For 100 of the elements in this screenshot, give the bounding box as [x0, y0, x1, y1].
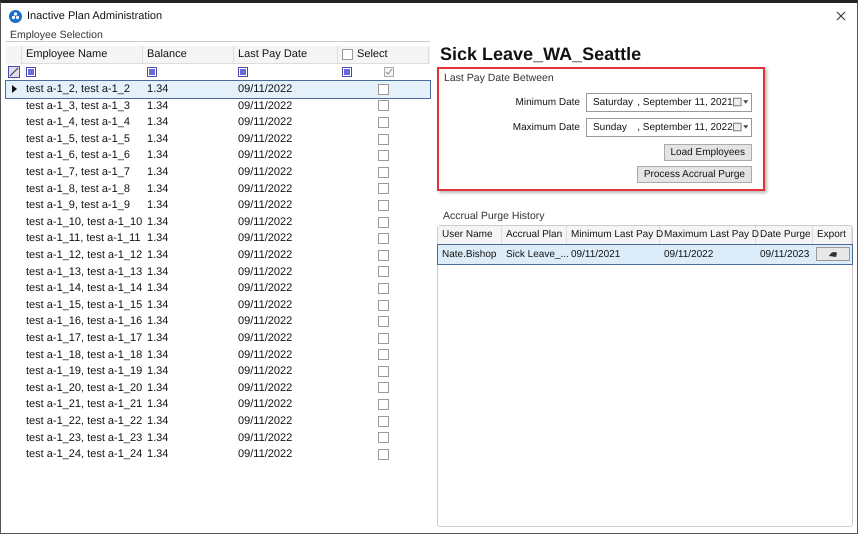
row-checkbox[interactable]: [378, 233, 389, 244]
table-cell-text: 09/11/2022: [237, 165, 294, 180]
table-row[interactable]: test a-1_8, test a-1_8 1.34 09/11/2022: [6, 180, 430, 198]
row-checkbox[interactable]: [378, 332, 389, 344]
row-checkbox[interactable]: [378, 100, 389, 112]
table-row[interactable]: test a-1_12, test a-1_12 1.34 09/11/2022: [6, 246, 430, 264]
table-cell-text: 1.34: [146, 281, 170, 296]
row-checkbox[interactable]: [378, 316, 389, 328]
row-checkbox[interactable]: [378, 448, 389, 460]
row-checkbox[interactable]: [378, 183, 389, 194]
table-row[interactable]: test a-1_18, test a-1_18 1.34 09/11/2022: [6, 346, 430, 364]
group-title: Employee Selection: [9, 29, 104, 41]
filter-icon[interactable]: [26, 67, 36, 77]
date-picker[interactable]: Saturday , September 11, 2021: [586, 92, 752, 112]
table-cell-text: test a-1_12, test a-1_12: [25, 248, 143, 263]
table-row[interactable]: test a-1_2, test a-1_2 1.34 09/11/2022: [6, 81, 430, 98]
table-row[interactable]: test a-1_15, test a-1_15 1.34 09/11/2022: [6, 296, 430, 314]
table-cell-text: 09/11/2021: [570, 248, 622, 262]
row-checkbox[interactable]: [378, 382, 389, 394]
table-cell-text: 1.34: [146, 380, 170, 396]
table-cell-text: test a-1_16, test a-1_16: [25, 314, 143, 330]
table-cell-text: test a-1_5, test a-1_5: [25, 132, 131, 147]
filter-icon[interactable]: [238, 67, 248, 77]
table-row[interactable]: test a-1_11, test a-1_11 1.34 09/11/2022: [6, 230, 430, 247]
filter-icon[interactable]: [147, 67, 157, 77]
row-checkbox[interactable]: [378, 200, 389, 211]
row-checkbox[interactable]: [378, 116, 389, 128]
table-row[interactable]: test a-1_5, test a-1_5 1.34 09/11/2022: [6, 130, 430, 148]
table-row[interactable]: Nate.Bishop Sick Leave_... 09/11/2021 09/11/2022 09/11/2023: [438, 244, 852, 264]
table-cell-text: 1.34: [146, 364, 170, 380]
row-checkbox[interactable]: [378, 150, 389, 162]
table-cell-text: 09/11/2022: [237, 115, 294, 130]
table-cell-text: 09/11/2022: [237, 198, 294, 214]
row-checkbox[interactable]: [378, 432, 389, 444]
table-row[interactable]: test a-1_24, test a-1_24 1.34 09/11/2022: [6, 446, 430, 463]
filter-icon[interactable]: [342, 67, 352, 77]
table-cell-text: 09/11/2022: [237, 380, 294, 396]
table-row[interactable]: test a-1_9, test a-1_9 1.34 09/11/2022: [6, 197, 430, 214]
table-cell-text: 09/11/2022: [237, 447, 294, 462]
table-row[interactable]: test a-1_7, test a-1_7 1.34 09/11/2022: [6, 164, 430, 181]
select-all-checkbox[interactable]: [342, 49, 353, 60]
table-cell-text: 1.34: [146, 397, 170, 412]
table-cell-text: 09/11/2022: [237, 314, 294, 330]
table-cell-text: test a-1_8, test a-1_8: [25, 182, 131, 197]
action-button[interactable]: Process Accrual Purge: [636, 166, 752, 183]
row-checkbox[interactable]: [378, 416, 389, 427]
row-checkbox[interactable]: [378, 216, 389, 228]
table-cell-text: 09/11/2022: [663, 248, 714, 262]
table-cell-text: Sick Leave_...: [505, 248, 567, 262]
table-cell-text: Nate.Bishop: [441, 248, 498, 262]
row-checkbox[interactable]: [378, 300, 389, 311]
table-cell-text: 09/11/2022: [237, 281, 294, 296]
column-header[interactable]: Balance: [143, 46, 234, 64]
table-cell-text: test a-1_14, test a-1_14: [25, 281, 143, 296]
calendar-dropdown-icon: [732, 97, 748, 108]
column-header[interactable]: Select: [338, 46, 429, 64]
table-row[interactable]: test a-1_4, test a-1_4 1.34 09/11/2022: [6, 114, 430, 131]
date-picker[interactable]: Sunday , September 11, 2022: [586, 118, 752, 137]
table-row[interactable]: test a-1_21, test a-1_21 1.34 09/11/2022: [6, 396, 430, 413]
table-row[interactable]: test a-1_17, test a-1_17 1.34 09/11/2022: [6, 330, 430, 346]
table-cell-text: 09/11/2022: [237, 430, 294, 446]
table-cell-text: 1.34: [146, 348, 170, 363]
row-checkbox[interactable]: [378, 166, 389, 178]
column-header[interactable]: Employee Name: [22, 46, 143, 64]
table-row[interactable]: test a-1_23, test a-1_23 1.34 09/11/2022: [6, 429, 430, 446]
table-cell-text: test a-1_22, test a-1_22: [25, 414, 143, 429]
row-checkbox[interactable]: [378, 349, 389, 360]
row-checkbox[interactable]: [378, 266, 389, 278]
action-button[interactable]: Load Employees: [664, 144, 752, 161]
table-cell-text: test a-1_4, test a-1_4: [25, 115, 131, 130]
row-checkbox[interactable]: [378, 282, 389, 294]
row-checkbox[interactable]: [378, 250, 389, 261]
table-cell-text: test a-1_19, test a-1_19: [25, 364, 143, 380]
row-checkbox[interactable]: [378, 366, 389, 377]
table-row[interactable]: test a-1_22, test a-1_22 1.34 09/11/2022: [6, 412, 430, 430]
filter-clear-icon[interactable]: [8, 66, 20, 78]
table-row[interactable]: test a-1_13, test a-1_13 1.34 09/11/2022: [6, 264, 430, 280]
table-cell-text: 09/11/2022: [237, 98, 294, 114]
table-row[interactable]: test a-1_16, test a-1_16 1.34 09/11/2022: [6, 313, 430, 330]
table-row[interactable]: test a-1_14, test a-1_14 1.34 09/11/2022: [6, 280, 430, 297]
table-row[interactable]: test a-1_6, test a-1_6 1.34 09/11/2022: [6, 147, 430, 164]
table-cell-text: 09/11/2022: [237, 132, 294, 147]
table-row[interactable]: test a-1_3, test a-1_3 1.34 09/11/2022: [6, 98, 430, 114]
row-checkbox[interactable]: [378, 134, 389, 145]
table-cell-text: 09/11/2022: [237, 148, 294, 164]
table-cell-text: test a-1_21, test a-1_21: [25, 397, 143, 412]
table-row[interactable]: test a-1_10, test a-1_10 1.34 09/11/2022: [6, 214, 430, 230]
export-button[interactable]: [816, 247, 850, 262]
table-cell-text: test a-1_3, test a-1_3: [25, 98, 131, 114]
row-checkbox[interactable]: [378, 399, 389, 410]
field-label: Minimum Date: [516, 96, 580, 110]
table-cell-text: test a-1_17, test a-1_17: [25, 330, 143, 346]
table-row[interactable]: test a-1_19, test a-1_19 1.34 09/11/2022: [6, 363, 430, 380]
table-cell-text: 1.34: [146, 148, 170, 164]
table-cell-text: 1.34: [146, 264, 170, 280]
table-cell-text: test a-1_15, test a-1_15: [25, 298, 143, 313]
row-checkbox[interactable]: [378, 84, 389, 95]
column-header[interactable]: Last Pay Date: [234, 46, 338, 64]
table-cell-text: test a-1_23, test a-1_23: [25, 430, 143, 446]
table-row[interactable]: test a-1_20, test a-1_20 1.34 09/11/2022: [6, 380, 430, 396]
